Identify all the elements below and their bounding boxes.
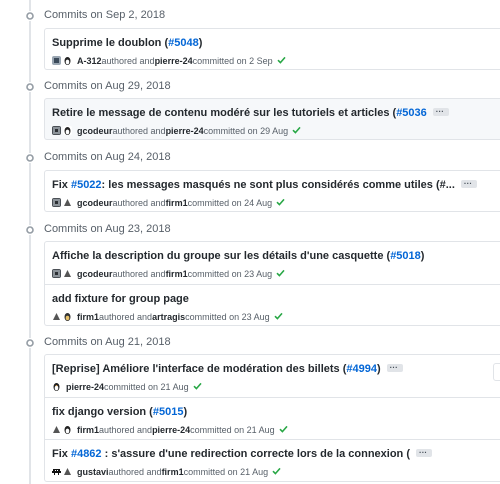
pr-link[interactable]: #5015 [153,406,184,418]
committer-link[interactable]: pierre-24 [155,56,193,66]
expand-button[interactable]: ... [432,105,449,117]
commit-node-icon [24,338,36,348]
check-icon[interactable] [276,269,285,279]
pr-link[interactable]: #5018 [390,250,421,262]
timeline-line [29,0,31,484]
author-link[interactable]: firm1 [77,425,99,435]
commit-meta: gcodeur authored and pierre-24 committed… [52,125,301,136]
commit-group: Affiche la description du groupe sur les… [44,241,500,326]
commit-row: Affiche la description du groupe sur les… [45,242,500,284]
check-icon[interactable] [292,126,301,136]
committer-avatar[interactable] [63,56,72,65]
committer-link[interactable]: firm1 [162,467,184,477]
copy-sha-button[interactable] [493,363,500,381]
committer-avatar[interactable] [63,425,72,434]
commit-row: Supprime le doublon (#5048) A-312 author… [45,29,500,71]
check-icon[interactable] [272,467,281,477]
committer-avatar[interactable] [52,382,61,391]
day-title: Commits on Aug 29, 2018 [44,80,171,92]
commit-group: Fix #5022: les messages masqués ne sont … [44,170,500,212]
commit-group: Retire le message de contenu modéré sur … [44,98,500,140]
commit-row: Retire le message de contenu modéré sur … [45,99,500,141]
committer-avatar[interactable] [63,467,72,476]
author-link[interactable]: A-312 [77,56,102,66]
commit-group: Supprime le doublon (#5048) A-312 author… [44,28,500,70]
expand-button[interactable]: ... [386,361,403,373]
committer-avatar[interactable] [63,269,72,278]
committer-avatar[interactable] [63,126,72,135]
commit-meta: gcodeur authored and firm1 committed on … [52,197,285,208]
day-header: Commits on Aug 24, 2018 [0,149,500,167]
committer-link[interactable]: pierre-24 [166,126,204,136]
day-title: Commits on Aug 24, 2018 [44,151,171,163]
author-avatar[interactable] [52,467,61,476]
day-header: Commits on Sep 2, 2018 [0,7,500,25]
committer-link[interactable]: pierre-24 [152,425,190,435]
check-icon[interactable] [193,382,202,392]
commit-node-icon [24,153,36,163]
commit-node-icon [24,225,36,235]
committer-link[interactable]: firm1 [166,198,188,208]
author-avatar[interactable] [52,425,61,434]
day-header: Commits on Aug 29, 2018 [0,78,500,96]
author-avatar[interactable] [52,126,61,135]
author-avatar[interactable] [52,198,61,207]
commit-message[interactable]: add fixture for group page [52,293,189,305]
commit-node-icon [24,82,36,92]
committer-avatar[interactable] [63,312,72,321]
commit-row: [Reprise] Améliore l'interface de modéra… [45,355,500,397]
commit-group: [Reprise] Améliore l'interface de modéra… [44,354,500,482]
day-title: Commits on Aug 23, 2018 [44,223,171,235]
commit-meta: pierre-24 committed on 21 Aug [52,381,202,392]
author-link[interactable]: firm1 [77,312,99,322]
commit-message[interactable]: Fix #5022: les messages masqués ne sont … [52,177,477,191]
commit-meta: gcodeur authored and firm1 committed on … [52,268,285,279]
committer-link[interactable]: firm1 [166,269,188,279]
commit-node-icon [24,11,36,21]
commit-row: add fixture for group page firm1 authore… [45,284,500,326]
commit-row: Fix #4862 : s'assure d'une redirection c… [45,439,500,481]
commit-message[interactable]: Fix #4862 : s'assure d'une redirection c… [52,446,432,460]
commit-message[interactable]: fix django version (#5015) [52,406,187,418]
expand-button[interactable]: ... [415,446,432,458]
commit-meta: A-312 authored and pierre-24 committed o… [52,55,286,66]
commit-message[interactable]: [Reprise] Améliore l'interface de modéra… [52,361,403,375]
expand-button[interactable]: ... [460,177,477,189]
pr-link[interactable]: #5048 [168,37,199,49]
pr-link[interactable]: #5022 [71,179,102,191]
day-title: Commits on Aug 21, 2018 [44,336,171,348]
author-avatar[interactable] [52,56,61,65]
pr-link[interactable]: #4994 [346,363,377,375]
check-icon[interactable] [277,56,286,66]
day-header: Commits on Aug 21, 2018 [0,334,500,352]
commit-row: fix django version (#5015) firm1 authore… [45,397,500,439]
commit-message[interactable]: Retire le message de contenu modéré sur … [52,105,449,119]
commit-message[interactable]: Supprime le doublon (#5048) [52,37,202,49]
committer-avatar[interactable] [63,198,72,207]
author-avatar[interactable] [52,269,61,278]
author-avatar[interactable] [52,312,61,321]
author-link[interactable]: gcodeur [77,269,113,279]
author-link[interactable]: gustavi [77,467,109,477]
committer-link[interactable]: pierre-24 [66,382,104,392]
day-header: Commits on Aug 23, 2018 [0,221,500,239]
commit-message[interactable]: Affiche la description du groupe sur les… [52,250,424,262]
commit-meta: gustavi authored and firm1 committed on … [52,466,281,477]
pr-link[interactable]: #4862 [71,448,102,460]
commit-row: Fix #5022: les messages masqués ne sont … [45,171,500,213]
check-icon[interactable] [276,198,285,208]
commit-meta: firm1 authored and pierre-24 committed o… [52,424,288,435]
committer-link[interactable]: artragis [152,312,185,322]
check-icon[interactable] [279,425,288,435]
day-title: Commits on Sep 2, 2018 [44,9,166,21]
commit-meta: firm1 authored and artragis committed on… [52,311,283,322]
author-link[interactable]: gcodeur [77,198,113,208]
check-icon[interactable] [274,312,283,322]
pr-link[interactable]: #5036 [396,107,427,119]
author-link[interactable]: gcodeur [77,126,113,136]
